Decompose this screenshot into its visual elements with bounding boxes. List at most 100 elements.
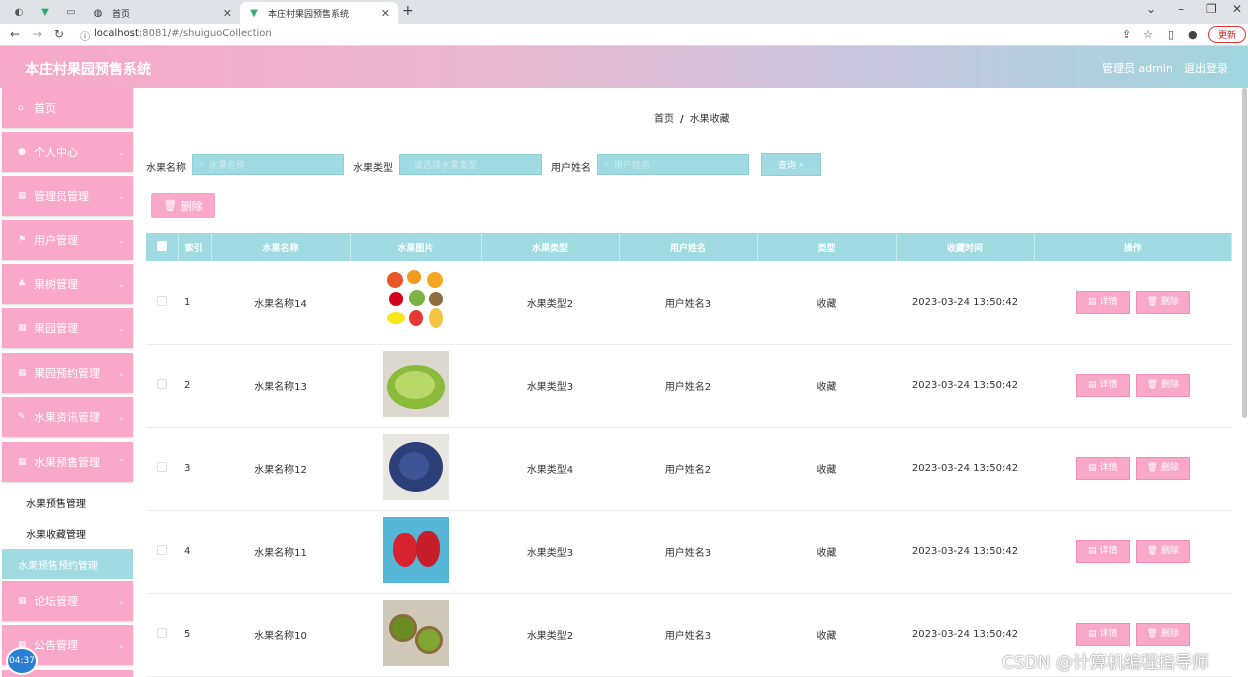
share-icon[interactable]: ⇪ — [1122, 28, 1131, 41]
detail-button[interactable]: ▤ 详情 — [1075, 623, 1130, 646]
col-header-fruit-image: 水果图片 — [350, 233, 482, 261]
blueberries-image[interactable] — [382, 434, 449, 500]
query-button[interactable]: 查询 ⌕ — [761, 153, 821, 176]
profile-icon[interactable]: ● — [1188, 28, 1198, 41]
row-checkbox[interactable] — [146, 427, 178, 511]
sidebar-item-orchard-booking[interactable]: ▦ 果园预约管理 ⌄ — [2, 353, 133, 393]
delete-button[interactable]: 🗑 删除 — [1135, 540, 1190, 563]
sidebar-item-label: 用户管理 — [34, 234, 78, 247]
row-checkbox[interactable] — [146, 593, 178, 677]
cell-index: 4 — [178, 510, 211, 594]
delete-button[interactable]: 🗑 删除 — [1135, 290, 1190, 314]
trash-icon: 🗑 — [1146, 380, 1159, 390]
detail-button[interactable]: ▤ 详情 — [1075, 457, 1130, 480]
grid-icon: ▦ — [18, 596, 27, 606]
delete-button[interactable]: 🗑 删除 — [1135, 457, 1190, 480]
search-icon: ⌕ — [604, 159, 610, 170]
user-icon: ● — [18, 147, 26, 157]
minimize-icon[interactable]: – — [1178, 2, 1184, 16]
pen-icon: ✎ — [18, 412, 26, 422]
strawberries-image[interactable] — [382, 517, 449, 583]
bookmark-star-icon[interactable]: ☆ — [1143, 28, 1153, 41]
back-icon[interactable]: ← — [10, 27, 20, 41]
grid-icon: ▦ — [18, 368, 27, 378]
home-icon: ⌂ — [18, 103, 24, 113]
fruit-type-placeholder: 请选择水果类型 — [414, 161, 478, 171]
window-close-icon[interactable]: ✕ — [1232, 2, 1242, 16]
flag-icon: ⚑ — [18, 235, 27, 245]
cell-kind: 收藏 — [757, 510, 896, 594]
sidebar: ⌂ 首页 ● 个人中心 ⌄ ▦ 管理员管理 ⌄ ⚑ 用户管理 ⌄ ♣ 果树管理 ⌄ ▦ 果园管理 ⌄ … — [0, 88, 134, 677]
sidebar-item-fruit-trees[interactable]: ♣ 果树管理 ⌄ — [2, 264, 133, 304]
sidebar-item-fruit-presale[interactable]: ▦ 水果预售管理 ⌃ — [2, 442, 133, 482]
sidebar-item-profile[interactable]: ● 个人中心 ⌄ — [2, 132, 133, 172]
vue-logo-icon[interactable]: ▼ — [34, 3, 56, 21]
sidebar-panel-icon[interactable]: ▯ — [1168, 28, 1174, 41]
new-tab-icon[interactable]: + — [402, 3, 414, 19]
restore-icon[interactable]: ❐ — [1206, 2, 1217, 16]
checkbox-icon — [157, 379, 167, 389]
sidebar-subitem-presale[interactable]: 水果预售管理 — [2, 487, 133, 517]
trash-icon: 🗑 — [1146, 296, 1159, 307]
sidebar-item-orchards[interactable]: ▦ 果园管理 ⌄ — [2, 308, 133, 348]
detail-button[interactable]: ▤ 详情 — [1075, 290, 1130, 314]
detail-button[interactable]: ▤ 详情 — [1075, 374, 1130, 397]
row-checkbox[interactable] — [146, 510, 178, 594]
sidebar-item-home[interactable]: ⌂ 首页 — [2, 88, 133, 128]
detail-button[interactable]: ▤ 详情 — [1075, 540, 1130, 563]
cell-fruit-type: 水果类型2 — [481, 593, 619, 677]
fruit-assortment-image[interactable] — [382, 267, 449, 334]
tab-favicon-icon[interactable]: ◐ — [8, 3, 30, 21]
green-grapes-image[interactable] — [382, 351, 449, 417]
trash-icon: 🗑 — [163, 199, 178, 212]
query-label: 查询 — [778, 161, 797, 171]
sidebar-item-label: 果树管理 — [34, 278, 78, 291]
delete-button[interactable]: 🗑 删除 — [1135, 374, 1190, 397]
reload-icon[interactable]: ↻ — [54, 27, 64, 41]
sidebar-subitem-collection[interactable]: 水果收藏管理 — [2, 518, 133, 548]
site-info-icon[interactable]: ⓘ — [80, 28, 90, 43]
cell-user-name: 用户姓名3 — [619, 510, 757, 594]
tab-home[interactable]: ◍ 首页 ✕ — [84, 2, 240, 24]
delete-label: 删除 — [1160, 296, 1179, 307]
user-name-input[interactable]: ⌕ 用户姓名 — [597, 154, 749, 175]
page-scrollbar[interactable] — [1242, 88, 1247, 418]
cell-index: 2 — [178, 344, 211, 428]
fruit-name-input[interactable]: ⌕ 水果名称 — [192, 154, 344, 175]
batch-delete-button[interactable]: 🗑 删除 — [151, 193, 215, 218]
tab-app[interactable]: ▼ 本庄村果园预售系统 ✕ — [240, 2, 398, 24]
select-all-checkbox[interactable] — [146, 233, 179, 261]
tab-close-icon[interactable]: ✕ — [381, 7, 390, 20]
kiwi-image[interactable] — [382, 600, 449, 666]
collection-table: 索引 水果名称 水果图片 水果类型 用户姓名 类型 收藏时间 操作 1 水果名称… — [146, 233, 1232, 677]
current-user-label: 管理员 admin — [1102, 62, 1173, 75]
document-icon: ▤ — [1088, 380, 1097, 390]
url-field[interactable]: localhost:8081/#/shuiguoCollection — [94, 28, 272, 39]
row-checkbox[interactable] — [146, 261, 178, 345]
search-icon: ⌕ — [199, 159, 205, 170]
cell-fruit-name: 水果名称13 — [211, 344, 350, 428]
cell-fruit-image — [350, 427, 481, 511]
logout-link[interactable]: 退出登录 — [1184, 60, 1228, 76]
checkbox-icon — [157, 628, 167, 638]
forward-icon[interactable]: → — [32, 27, 42, 41]
sidebar-item-fruit-news[interactable]: ✎ 水果资讯管理 ⌄ — [2, 397, 133, 437]
chevron-down-icon: ⌄ — [118, 640, 125, 650]
sidebar-subitem-presale-booking[interactable]: 水果预售预约管理 — [2, 549, 133, 579]
recording-timer-badge: 04:37 — [6, 647, 38, 675]
user-name-label: 用户姓名 — [551, 163, 591, 174]
row-checkbox[interactable] — [146, 344, 178, 428]
browser-update-button[interactable]: 更新 — [1208, 26, 1246, 43]
sidebar-item-admins[interactable]: ▦ 管理员管理 ⌄ — [2, 176, 133, 216]
blank-tab-icon[interactable]: ▭ — [60, 3, 82, 21]
sidebar-item-forum[interactable]: ▦ 论坛管理 ⌄ — [2, 581, 133, 621]
cell-user-name: 用户姓名3 — [619, 593, 757, 677]
breadcrumb-home[interactable]: 首页 — [654, 114, 674, 125]
chevron-down-icon[interactable]: ⌄ — [1146, 2, 1156, 16]
sidebar-item-users[interactable]: ⚑ 用户管理 ⌄ — [2, 220, 133, 260]
fruit-type-select[interactable]: 请选择水果类型 — [399, 154, 542, 175]
tab-close-icon[interactable]: ✕ — [223, 7, 232, 20]
col-header-user-name: 用户姓名 — [619, 233, 758, 261]
delete-button[interactable]: 🗑 删除 — [1135, 623, 1190, 646]
cell-collect-time: 2023-03-24 13:50:42 — [896, 261, 1034, 345]
